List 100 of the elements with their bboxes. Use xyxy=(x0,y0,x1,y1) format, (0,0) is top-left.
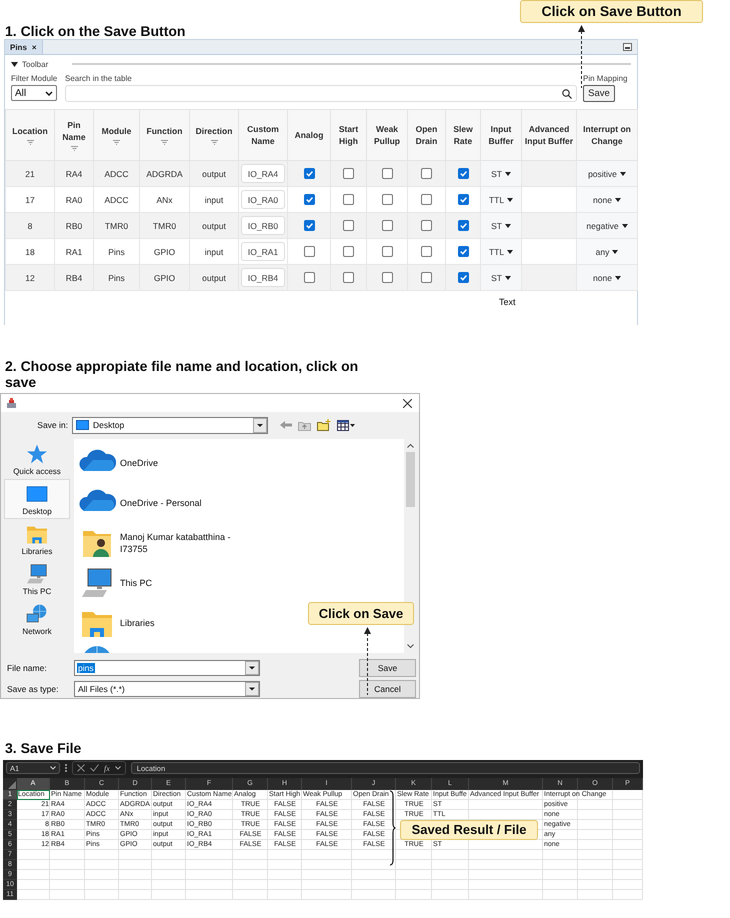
search-field[interactable] xyxy=(65,85,577,102)
filter-icon[interactable] xyxy=(26,140,34,145)
table-cell: output xyxy=(190,264,238,290)
checkbox[interactable] xyxy=(458,168,468,180)
column-header: Location xyxy=(11,125,49,137)
file-name-field[interactable]: pins xyxy=(74,660,260,676)
custom-name-field[interactable]: IO_RB4 xyxy=(241,268,285,287)
save-button[interactable]: Save xyxy=(583,85,615,102)
network-icon xyxy=(25,602,49,624)
checkbox[interactable] xyxy=(458,272,468,284)
file-item[interactable]: OneDrive xyxy=(74,443,162,483)
file-item[interactable]: This PC xyxy=(74,563,156,603)
checkbox[interactable] xyxy=(304,220,314,232)
input-buffer-dropdown[interactable]: ST xyxy=(491,168,511,178)
table-cell: TMR0 xyxy=(140,212,190,238)
checkbox[interactable] xyxy=(382,220,392,232)
checkbox[interactable] xyxy=(343,246,354,258)
scroll-down-icon[interactable] xyxy=(406,644,414,649)
table-cell: TMR0 xyxy=(94,212,140,238)
checkbox[interactable] xyxy=(382,272,392,284)
input-buffer-dropdown[interactable]: ST xyxy=(491,272,511,282)
place-item[interactable]: Network xyxy=(4,599,70,639)
checkbox[interactable] xyxy=(458,220,468,232)
dialog-button[interactable]: Save xyxy=(359,659,416,677)
checkbox[interactable] xyxy=(304,246,314,258)
file-item[interactable]: Libraries xyxy=(74,603,159,643)
check-icon[interactable] xyxy=(90,764,99,772)
pins-tab[interactable]: Pins × xyxy=(5,40,43,54)
file-item[interactable]: Manoj Kumar katabatthina - I73755 xyxy=(74,523,249,563)
custom-name-field[interactable]: IO_RB0 xyxy=(241,216,285,235)
checkbox[interactable] xyxy=(421,168,432,180)
chevron-icon xyxy=(114,766,121,770)
checkbox[interactable] xyxy=(343,194,354,206)
checkbox[interactable] xyxy=(343,220,354,232)
close-tab-button[interactable]: × xyxy=(32,42,37,52)
chevron-icon xyxy=(45,90,53,96)
checkbox[interactable] xyxy=(421,246,432,258)
checkbox[interactable] xyxy=(382,194,392,206)
filter-icon[interactable] xyxy=(113,140,120,145)
cancel-icon[interactable] xyxy=(77,764,85,772)
column-header: Module xyxy=(100,125,132,137)
checkbox[interactable] xyxy=(343,272,354,284)
checkbox[interactable] xyxy=(458,194,468,206)
column-header: Advanced Input Buffer xyxy=(522,110,576,160)
place-item[interactable]: Quick access xyxy=(4,439,70,479)
place-item[interactable]: Libraries xyxy=(4,519,70,559)
select-all-icon[interactable] xyxy=(3,778,17,790)
caret-icon xyxy=(622,224,628,228)
checkbox[interactable] xyxy=(382,168,392,180)
save-in-dropdown[interactable]: Desktop xyxy=(72,416,268,434)
app-icon xyxy=(6,398,17,408)
interrupt-dropdown[interactable]: none xyxy=(593,194,621,204)
callout: Click on Save xyxy=(308,602,414,625)
checkbox[interactable] xyxy=(304,168,314,180)
field-label: Filter Module xyxy=(11,73,58,84)
table-cell: GPIO xyxy=(140,264,190,290)
view-menu-icon[interactable] xyxy=(337,420,355,430)
checkbox[interactable] xyxy=(421,194,432,206)
caret-icon[interactable] xyxy=(11,62,18,66)
toolbar-label: Toolbar xyxy=(22,60,48,68)
checkbox[interactable] xyxy=(304,272,314,284)
caret-icon xyxy=(504,224,511,228)
file-item[interactable]: OneDrive - Personal xyxy=(74,483,206,523)
scroll-thumb[interactable] xyxy=(406,452,414,507)
new-folder-icon[interactable] xyxy=(317,419,331,431)
interrupt-dropdown[interactable]: any xyxy=(596,246,618,256)
table-cell: 8 xyxy=(6,212,54,238)
search-icon xyxy=(562,88,572,98)
filter-select[interactable]: All xyxy=(11,85,57,101)
minimize-icon[interactable] xyxy=(623,43,632,51)
file-name: OneDrive xyxy=(120,457,158,469)
scroll-up-icon[interactable] xyxy=(406,443,414,448)
table-cell: 21 xyxy=(6,160,54,186)
checkbox[interactable] xyxy=(421,272,432,284)
filter-icon[interactable] xyxy=(161,140,168,145)
table-cell: 12 xyxy=(6,264,54,290)
filter-icon[interactable] xyxy=(210,140,218,145)
field-label: File name: xyxy=(6,663,48,673)
computer-icon xyxy=(25,562,49,584)
input-buffer-dropdown[interactable]: ST xyxy=(491,220,511,230)
close-button[interactable] xyxy=(401,396,414,410)
interrupt-dropdown[interactable]: none xyxy=(593,272,621,282)
folder-up-icon[interactable] xyxy=(298,420,311,430)
custom-name-field[interactable]: IO_RA1 xyxy=(241,242,285,261)
custom-name-field[interactable]: IO_RA4 xyxy=(241,164,285,183)
dialog-button[interactable]: Cancel xyxy=(359,680,416,698)
field-label: Save as type: xyxy=(6,684,60,694)
file-type-dropdown[interactable]: All Files (*.*) xyxy=(74,681,260,697)
filter-icon[interactable] xyxy=(70,146,78,151)
checkbox[interactable] xyxy=(382,246,392,258)
checkbox[interactable] xyxy=(343,168,354,180)
field-label: Search in the table xyxy=(65,73,133,84)
checkbox[interactable] xyxy=(421,220,432,232)
checkbox[interactable] xyxy=(458,246,468,258)
checkbox[interactable] xyxy=(304,194,314,206)
function-button[interactable]: fx xyxy=(104,764,110,772)
back-arrow-icon[interactable] xyxy=(280,420,292,430)
place-item[interactable]: This PC xyxy=(4,559,70,599)
custom-name-field[interactable]: IO_RA0 xyxy=(241,190,285,209)
place-item[interactable]: Desktop xyxy=(4,479,70,519)
